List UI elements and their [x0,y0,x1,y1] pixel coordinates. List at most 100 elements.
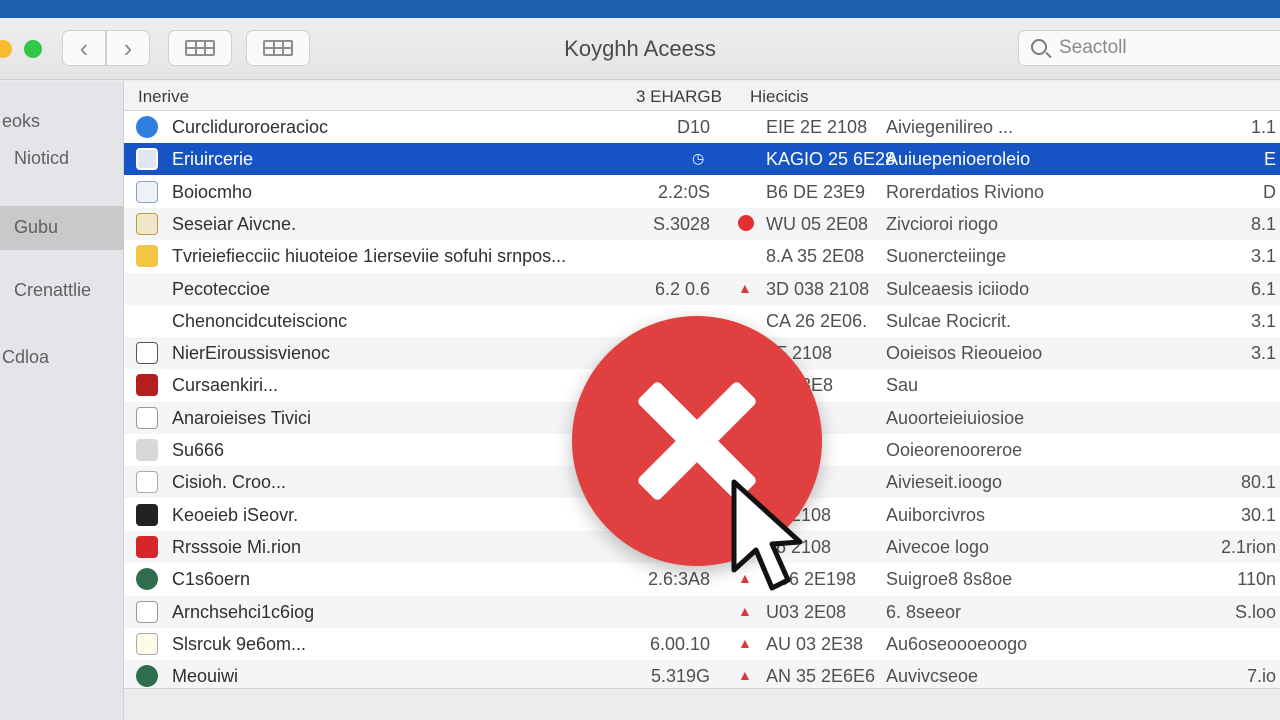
row-name: Su666 [172,440,225,460]
row-date: 3D 038 2108 [766,278,870,299]
green-circle-icon [136,568,158,591]
list-header: Inerive 3 EHARGB Hiecicis [124,81,1280,111]
row-kind: Ooieorenooreroe [886,440,1023,460]
row-date: U03 2E08 [766,601,847,622]
row-size: 5.319G [650,666,710,687]
table-row[interactable]: C1s6oern 2.6:3A8 U06 2E198 Suigroe8 8s8oe 11… [124,563,1280,595]
search-input[interactable] [1059,35,1279,61]
row-extra: 8.1 [1250,213,1276,234]
row-date: KAGIO 25 6E28 [766,149,896,170]
list-view-icon [263,40,293,56]
row-name: Curcliduroroeracioc [172,117,329,137]
row-name: Arnchsehci1c6iog [172,601,315,622]
search-icon [1031,39,1047,55]
search-field[interactable] [1018,30,1280,66]
table-row[interactable]: Boiocmho 2.2:0S B6 DE 23E9 Rorerdatios Rivi… [124,176,1280,208]
row-size: 2.2:0S [657,181,710,202]
blank-doc-icon [136,471,158,494]
row-kind: Au6oseoooeoogo [886,633,1028,654]
table-row[interactable]: Eriuircerie KAGIO 25 6E28 Auiuepenioerolei… [124,143,1280,176]
row-name: Cursaenkiri... [172,375,279,396]
zoom-window-button[interactable] [24,40,42,58]
column-header-modified[interactable]: Hiecicis [750,87,809,107]
green-circle-icon [136,665,158,688]
row-kind: Sulceaesis iciiodo [886,278,1030,299]
sidebar-item-1[interactable]: Nioticd [14,148,69,169]
row-name: Meouiwi [172,666,239,687]
table-row[interactable]: Tvrieiefiecciic hiuoteioe 1ierseviie sof… [124,240,1280,272]
row-extra: 80.1 [1240,472,1276,493]
row-date: AN 35 2E6E6 [766,666,876,687]
black-doc-icon [136,503,158,526]
column-header-size[interactable]: 3 EHARGB [636,87,722,107]
row-kind: Aivecoe logo [886,536,990,557]
row-extra: 3.1 [1250,343,1276,364]
row-kind: 6. 8seeor [886,601,962,622]
view-grid-button[interactable] [168,30,232,66]
red-doc-icon [136,374,158,397]
folder-icon [136,245,158,268]
row-name: Keoeieb iSeovr. [172,504,299,525]
table-row[interactable]: Seseiar Aivcne. S.3028 WU 05 2E08 Zivcioroi… [124,207,1280,240]
warning-icon: ▲ [738,667,752,684]
row-extra: 110n [1237,569,1276,590]
row-date: EIE 2E 2108 [766,117,868,137]
row-size: D10 [676,117,710,137]
row-extra: 3.1 [1250,310,1276,331]
keychain-icon [136,148,158,171]
row-size: 6.00.10 [649,633,710,654]
status-dot-icon [738,214,754,231]
row-date: WU 05 2E08 [766,213,869,234]
row-size: S.3028 [652,213,710,234]
row-name: Cisioh. Croo... [172,472,287,493]
row-kind: Ooieisos Rieoueioo [886,343,1043,364]
row-kind: Rorerdatios Riviono [886,181,1045,202]
row-extra: D [1263,181,1276,202]
app-icon [136,116,158,138]
forward-button[interactable]: › [106,30,150,66]
doc-outline-icon [136,600,158,623]
doc-outline-icon [136,406,158,429]
window-title: Koyghh Aceess [564,36,716,61]
row-kind: Suigroe8 8s8oe [886,569,1013,590]
row-extra: 2.1rion [1220,536,1276,557]
warning-icon: ▲ [738,634,752,651]
back-button[interactable]: ‹ [62,30,106,66]
row-kind: Aivieseit.ioogo [886,472,1003,493]
table-row[interactable]: Pecoteccioe 6.2 0.6 3D 038 2108 Sulceaesis … [124,272,1280,305]
row-name: Boiocmho [172,181,253,202]
sidebar-item-0[interactable]: eoks [2,111,40,132]
table-row[interactable]: Curcliduroroeracioc D10 EIE 2E 2108 Aiviege… [124,111,1280,143]
sidebar-item-2[interactable]: Gubu [14,217,58,238]
row-date: CA 26 2E06. [766,310,868,331]
row-extra: 3.1 [1250,246,1276,267]
table-row[interactable]: Arnchsehci1c6iog U03 2E08 6. 8seeor S.loo ▲ [124,595,1280,628]
row-kind: Sulcae Rocicrit. [886,310,1012,331]
row-date: 8.A 35 2E08 [766,246,865,267]
gray-doc-icon [136,439,158,461]
row-date: B6 DE 23E9 [766,181,866,202]
row-extra: 6.1 [1250,278,1276,299]
row-name: Eriuircerie [172,149,254,170]
row-name: Chenoncidcuteiscionc [172,310,348,331]
status-bar [124,688,1280,720]
row-name: Slsrcuk 9e6om... [172,633,307,654]
row-kind: Auoorteieiuiosioe [886,407,1025,428]
row-kind: Aiviegenilireo ... [886,117,1014,137]
row-kind: Suonercteiinge [886,246,1007,267]
grid-view-icon [185,40,215,56]
column-header-name[interactable]: Inerive [138,87,189,107]
row-extra: S.loo [1234,601,1276,622]
table-row[interactable]: Slsrcuk 9e6om... 6.00.10 AU 03 2E38 Au6oseo… [124,628,1280,660]
document-icon [136,180,158,203]
row-name: Seseiar Aivcne. [172,213,297,234]
sidebar-item-3[interactable]: Crenattlie [14,280,91,301]
certificate-icon [136,212,158,235]
warning-icon: ▲ [738,279,752,296]
row-size: 2.6:3A8 [647,569,710,590]
row-name: Tvrieiefiecciic hiuoteioe 1ierseviie sof… [172,246,567,267]
view-list-button[interactable] [246,30,310,66]
red-box-icon [136,535,158,558]
grid-doc-icon [136,342,158,365]
sidebar-item-4[interactable]: Cdloa [2,347,49,368]
